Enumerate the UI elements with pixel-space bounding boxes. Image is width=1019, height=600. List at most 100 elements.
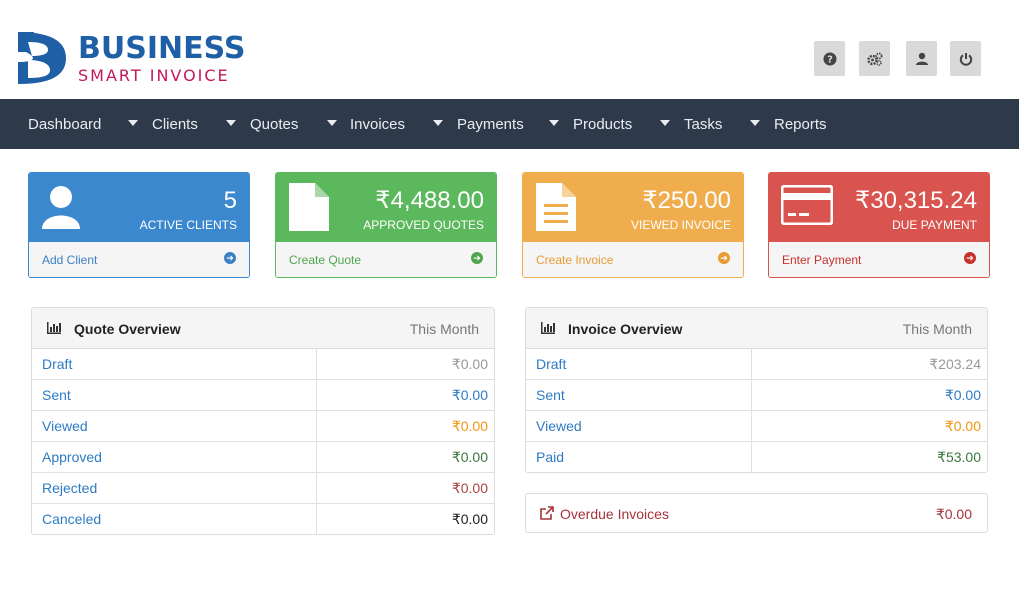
status-link-rejected[interactable]: Rejected [42,480,97,496]
status-amount: ₹0.00 [451,418,488,434]
nav-products[interactable]: Products [573,99,632,149]
panel-header: Invoice Overview This Month [526,308,987,349]
status-link-paid[interactable]: Paid [536,449,564,465]
card-label: VIEWED INVOICE [630,218,731,232]
table-row: Approved ₹0.00 [32,442,494,473]
chevron-down-icon[interactable] [549,120,559,126]
card-value: ₹4,488.00 [375,187,484,214]
card-link-label: Enter Payment [782,253,862,267]
status-link-sent[interactable]: Sent [536,387,565,403]
overdue-amount: ₹0.00 [935,506,972,522]
arrow-right-icon: ➔ [224,252,236,264]
table-row: Sent ₹0.00 [526,380,987,411]
card-link-label: Create Invoice [536,253,614,267]
brand-subtitle: SMART INVOICE [78,66,230,85]
overdue-invoices-row: Overdue Invoices ₹0.00 [525,493,988,533]
logout-button[interactable] [950,41,981,76]
active-clients-card: 5 ACTIVE CLIENTS Add Client ➔ [28,172,250,278]
document-icon [289,183,329,231]
nav-quotes-label: Quotes [250,115,299,133]
add-client-link[interactable]: Add Client ➔ [29,242,249,277]
chevron-down-icon[interactable] [327,120,337,126]
brand: BUSINESS SMART INVOICE [78,32,245,86]
status-amount: ₹0.00 [451,387,488,403]
nav-invoices[interactable]: Invoices [350,99,405,149]
panel-title: Quote Overview [74,321,181,337]
invoice-overview-panel: Invoice Overview This Month Draft ₹203.2… [525,307,988,473]
overdue-invoices-link[interactable]: Overdue Invoices [560,506,669,522]
nav-tasks[interactable]: Tasks [684,99,722,149]
app-header: BUSINESS SMART INVOICE ? [0,0,1019,99]
business-logo-icon[interactable] [14,30,70,86]
svg-text:?: ? [827,54,833,65]
external-link-icon [540,506,554,520]
enter-payment-link[interactable]: Enter Payment ➔ [769,242,989,277]
bar-chart-icon [47,322,61,334]
nav-quotes[interactable]: Quotes [250,99,298,149]
nav-dashboard-label: Dashboard [28,115,102,133]
status-link-viewed[interactable]: Viewed [536,418,582,434]
help-icon: ? [823,52,836,65]
status-link-approved[interactable]: Approved [42,449,102,465]
card-label: DUE PAYMENT [892,218,977,232]
card-value: ₹30,315.24 [854,187,977,214]
settings-icon [866,52,882,66]
card-value: ₹250.00 [642,187,731,214]
status-amount: ₹0.00 [451,356,488,372]
status-link-draft[interactable]: Draft [536,356,566,372]
status-link-draft[interactable]: Draft [42,356,72,372]
panel-title: Invoice Overview [568,321,683,337]
chevron-down-icon[interactable] [750,120,760,126]
chevron-down-icon[interactable] [226,120,236,126]
nav-payments-label: Payments [457,115,524,133]
period-label: This Month [409,321,479,337]
create-invoice-link[interactable]: Create Invoice ➔ [523,242,743,277]
invoice-status-table: Draft ₹203.24 Sent ₹0.00 Viewed ₹0.00 Pa… [526,349,987,473]
nav-clients[interactable]: Clients [152,99,198,149]
quote-status-table: Draft ₹0.00 Sent ₹0.00 Viewed ₹0.00 Appr… [32,349,494,535]
credit-card-icon [781,185,833,225]
chevron-down-icon[interactable] [660,120,670,126]
card-summary: ₹250.00 VIEWED INVOICE [523,173,743,242]
due-payment-card: ₹30,315.24 DUE PAYMENT Enter Payment ➔ [768,172,990,278]
bar-chart-icon [541,322,555,334]
status-amount: ₹0.00 [944,387,981,403]
card-summary: 5 ACTIVE CLIENTS [29,173,249,242]
power-icon [959,52,972,66]
card-summary: ₹4,488.00 APPROVED QUOTES [276,173,496,242]
brand-title: BUSINESS [78,31,246,66]
nav-payments[interactable]: Payments [457,99,524,149]
status-amount: ₹0.00 [451,511,488,527]
user-icon [915,52,928,65]
nav-products-label: Products [573,115,633,133]
nav-clients-label: Clients [152,115,198,133]
viewed-invoice-card: ₹250.00 VIEWED INVOICE Create Invoice ➔ [522,172,744,278]
panel-header: Quote Overview This Month [32,308,494,349]
nav-reports[interactable]: Reports [774,99,827,149]
status-link-viewed[interactable]: Viewed [42,418,88,434]
status-amount: ₹0.00 [944,418,981,434]
table-row: Rejected ₹0.00 [32,473,494,504]
chevron-down-icon[interactable] [433,120,443,126]
help-button[interactable]: ? [814,41,845,76]
card-label: ACTIVE CLIENTS [139,218,237,232]
arrow-right-icon: ➔ [964,252,976,264]
status-link-canceled[interactable]: Canceled [42,511,101,527]
create-quote-link[interactable]: Create Quote ➔ [276,242,496,277]
user-button[interactable] [906,41,937,76]
chevron-down-icon[interactable] [128,120,138,126]
arrow-right-icon: ➔ [718,252,730,264]
table-row: Sent ₹0.00 [32,380,494,411]
nav-reports-label: Reports [774,115,827,133]
nav-tasks-label: Tasks [684,115,723,133]
settings-button[interactable] [859,41,890,76]
table-row: Canceled ₹0.00 [32,504,494,535]
table-row: Draft ₹203.24 [526,349,987,380]
card-label: APPROVED QUOTES [363,218,484,232]
card-link-label: Add Client [42,253,98,267]
nav-dashboard[interactable]: Dashboard [28,99,101,149]
status-link-sent[interactable]: Sent [42,387,71,403]
status-amount: ₹53.00 [937,449,981,465]
nav-invoices-label: Invoices [350,115,406,133]
user-icon [42,186,80,229]
